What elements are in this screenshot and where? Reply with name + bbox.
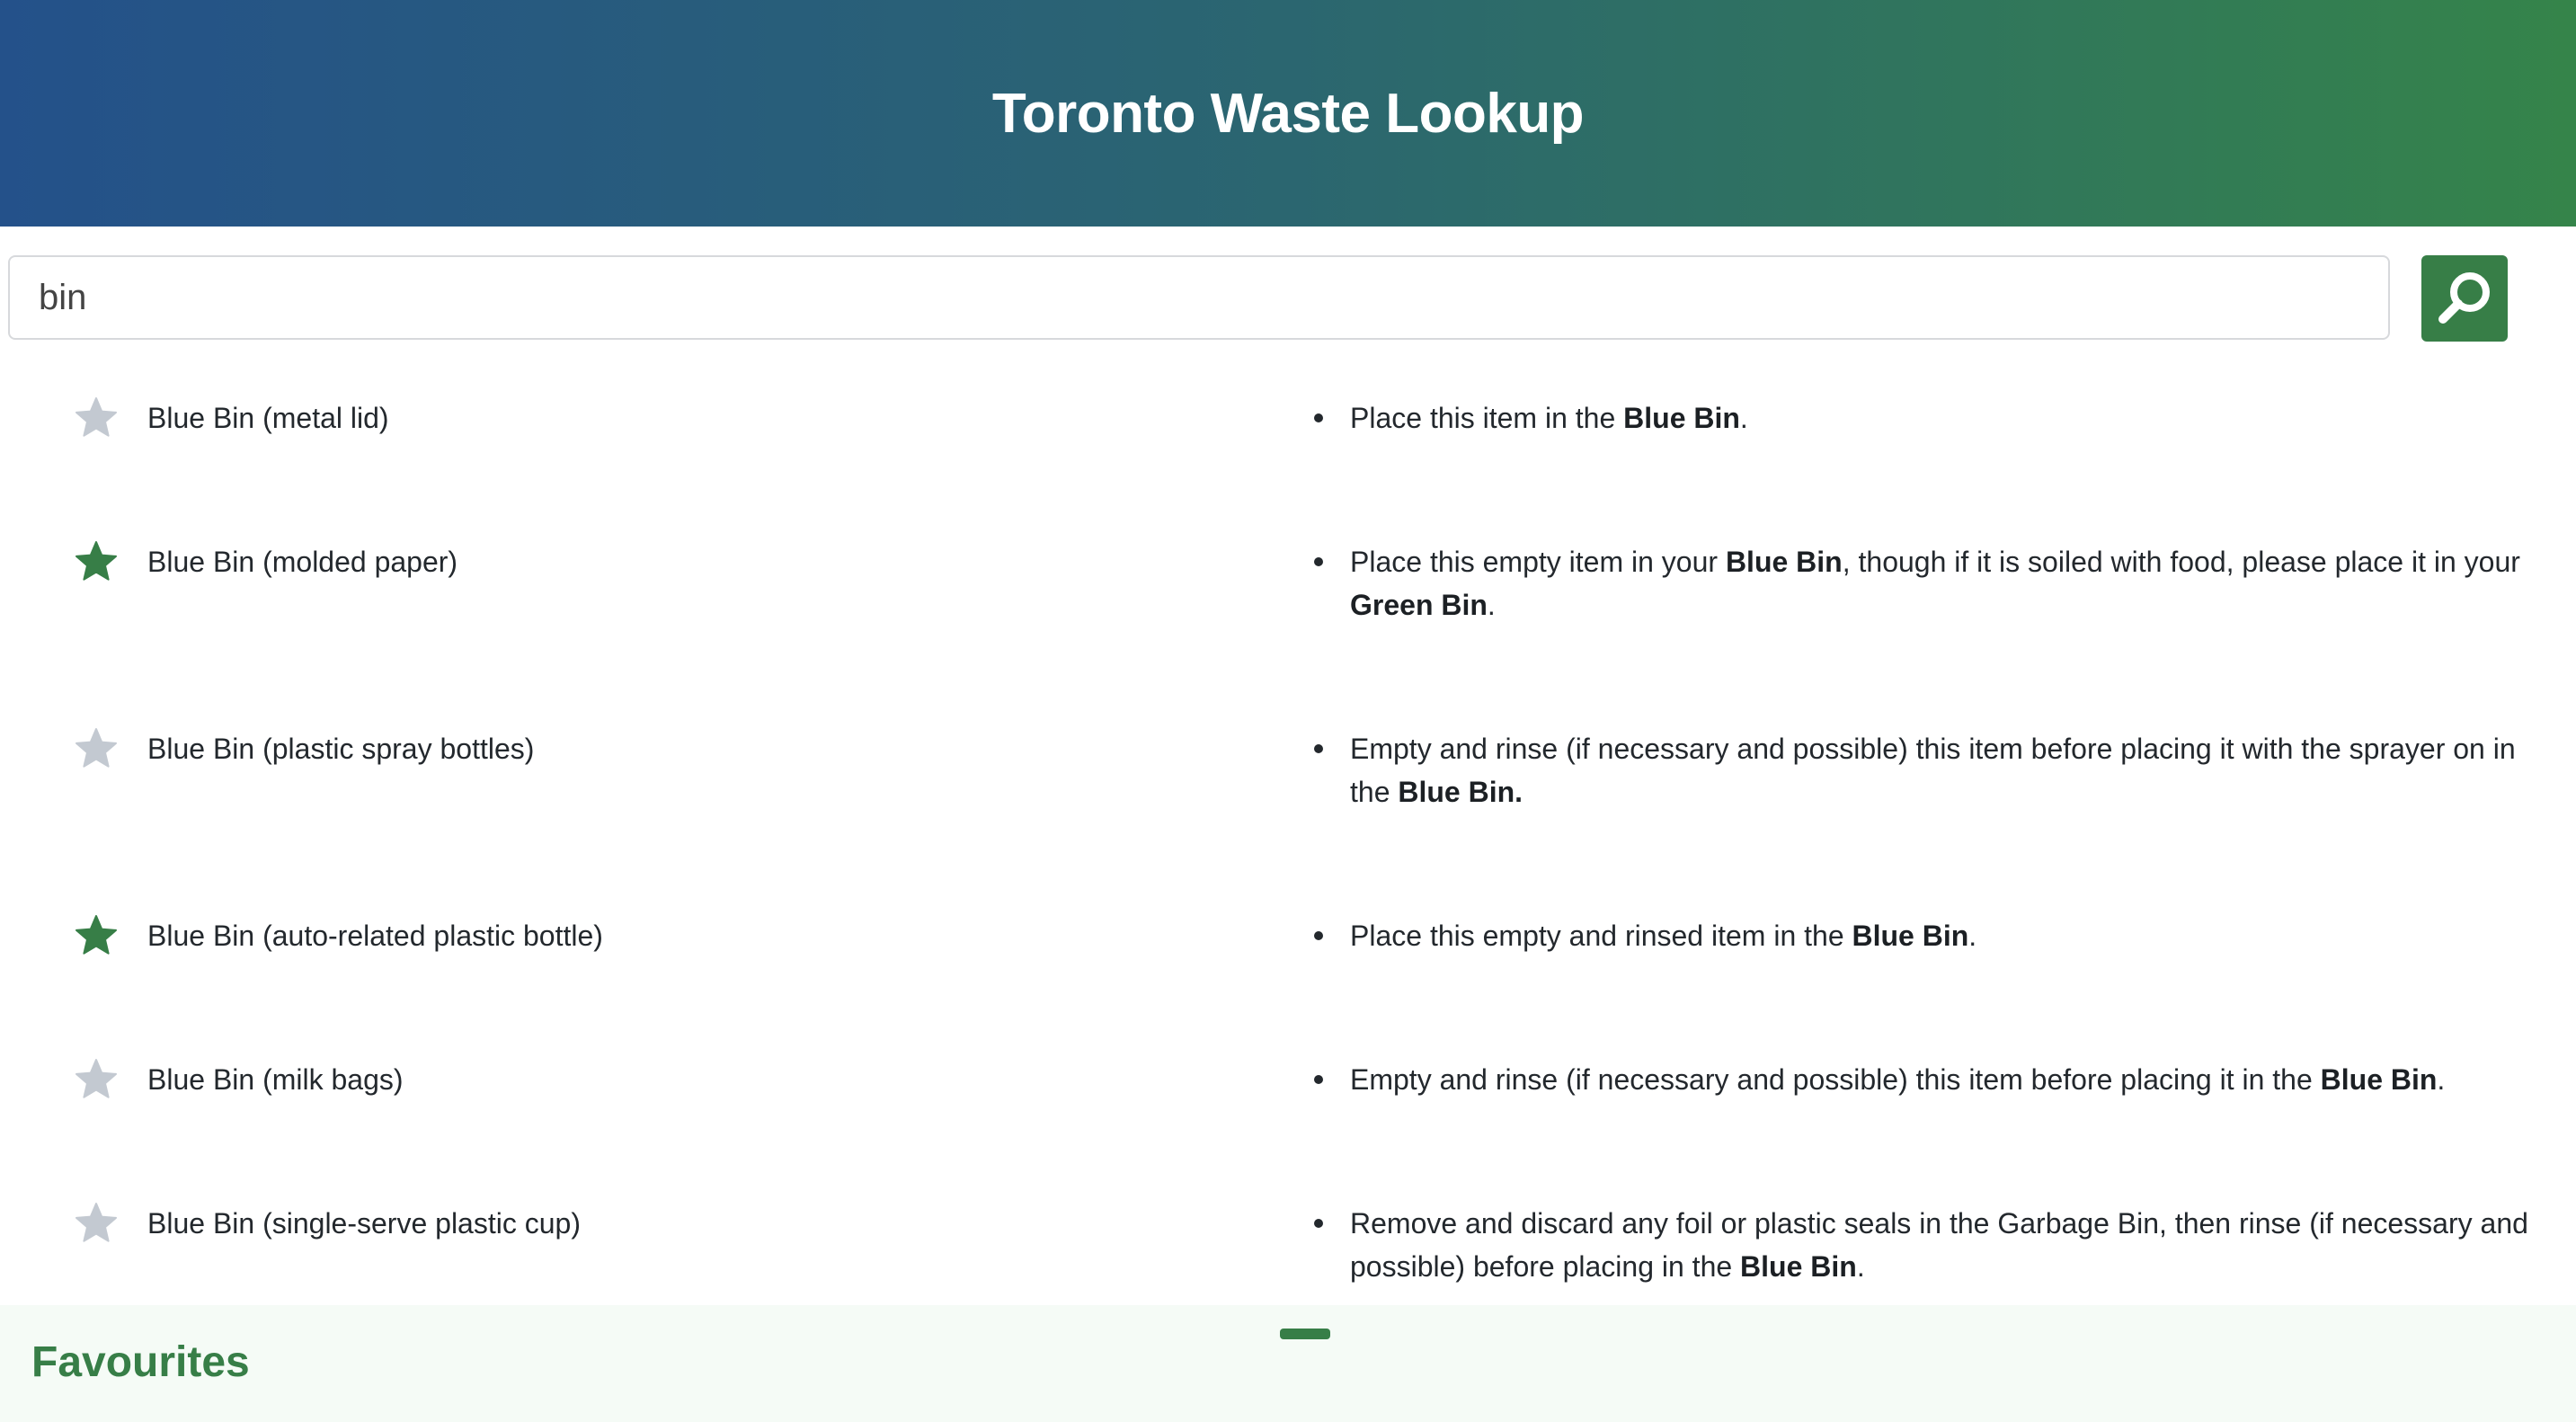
bin-name: Blue Bin <box>1725 546 1843 578</box>
item-name: Blue Bin (plastic spray bottles) <box>147 733 535 765</box>
disposal-instructions: Place this item in the Blue Bin. <box>1314 395 2545 440</box>
instruction-segment: Place this empty item in your <box>1350 546 1726 578</box>
search-input[interactable] <box>8 255 2390 340</box>
bullet <box>1314 1219 1323 1228</box>
instruction-text: Empty and rinse (if necessary and possib… <box>1350 726 2545 813</box>
bin-name: Green Bin <box>1350 589 1488 621</box>
app-header: Toronto Waste Lookup <box>0 0 2576 227</box>
item-name: Blue Bin (molded paper) <box>147 546 458 578</box>
favourite-star-icon[interactable] <box>74 726 119 771</box>
instruction-segment: . <box>1856 1250 1865 1283</box>
instruction-text: Remove and discard any foil or plastic s… <box>1350 1201 2545 1288</box>
favourites-panel: Favourites <box>0 1305 2576 1422</box>
disposal-instructions: Place this empty item in your Blue Bin, … <box>1314 539 2545 627</box>
item-name: Blue Bin (milk bags) <box>147 1063 404 1096</box>
instruction-text: Place this empty and rinsed item in the … <box>1350 913 2545 957</box>
favourite-star-icon[interactable] <box>74 539 119 584</box>
bullet <box>1314 413 1323 422</box>
instruction-segment: Empty and rinse (if necessary and possib… <box>1350 733 2516 808</box>
instruction-text: Place this empty item in your Blue Bin, … <box>1350 539 2545 627</box>
page-title: Toronto Waste Lookup <box>991 82 1585 145</box>
instruction-segment: . <box>1487 589 1496 621</box>
instruction-segment: . <box>2437 1063 2446 1096</box>
search-button[interactable] <box>2421 255 2508 342</box>
search-icon <box>2433 266 2496 332</box>
bin-name: Blue Bin <box>1852 920 1969 952</box>
favourite-star-icon[interactable] <box>74 1057 119 1102</box>
disposal-instructions: Remove and discard any foil or plastic s… <box>1314 1201 2545 1288</box>
bullet <box>1314 557 1323 566</box>
bin-name: Blue Bin <box>2320 1063 2438 1096</box>
bullet <box>1314 744 1323 753</box>
item-name: Blue Bin (auto-related plastic bottle) <box>147 920 603 952</box>
instruction-segment: Place this empty and rinsed item in the <box>1350 920 1852 952</box>
disposal-instructions: Empty and rinse (if necessary and possib… <box>1314 1057 2545 1101</box>
instruction-segment: . <box>1739 402 1748 434</box>
bin-name: Blue Bin <box>1623 402 1740 434</box>
bullet <box>1314 931 1323 940</box>
favourite-star-icon[interactable] <box>74 1201 119 1246</box>
instruction-segment: Place this item in the <box>1350 402 1624 434</box>
instruction-segment: Remove and discard any foil or plastic s… <box>1350 1207 2528 1283</box>
disposal-instructions: Place this empty and rinsed item in the … <box>1314 913 2545 957</box>
disposal-instructions: Empty and rinse (if necessary and possib… <box>1314 726 2545 813</box>
favourite-star-icon[interactable] <box>74 395 119 440</box>
favourites-drag-handle[interactable] <box>1280 1329 1330 1339</box>
bin-name: Blue Bin. <box>1398 776 1523 808</box>
bin-name: Blue Bin <box>1740 1250 1857 1283</box>
favourite-star-icon[interactable] <box>74 913 119 958</box>
instruction-text: Empty and rinse (if necessary and possib… <box>1350 1057 2545 1101</box>
item-name: Blue Bin (metal lid) <box>147 402 389 434</box>
bullet <box>1314 1075 1323 1084</box>
instruction-segment: . <box>1968 920 1977 952</box>
instruction-segment: , though if it is soiled with food, plea… <box>1842 546 2520 578</box>
favourites-title: Favourites <box>31 1338 250 1386</box>
instruction-text: Place this item in the Blue Bin. <box>1350 395 2545 440</box>
instruction-segment: Empty and rinse (if necessary and possib… <box>1350 1063 2321 1096</box>
item-name: Blue Bin (single-serve plastic cup) <box>147 1207 581 1240</box>
